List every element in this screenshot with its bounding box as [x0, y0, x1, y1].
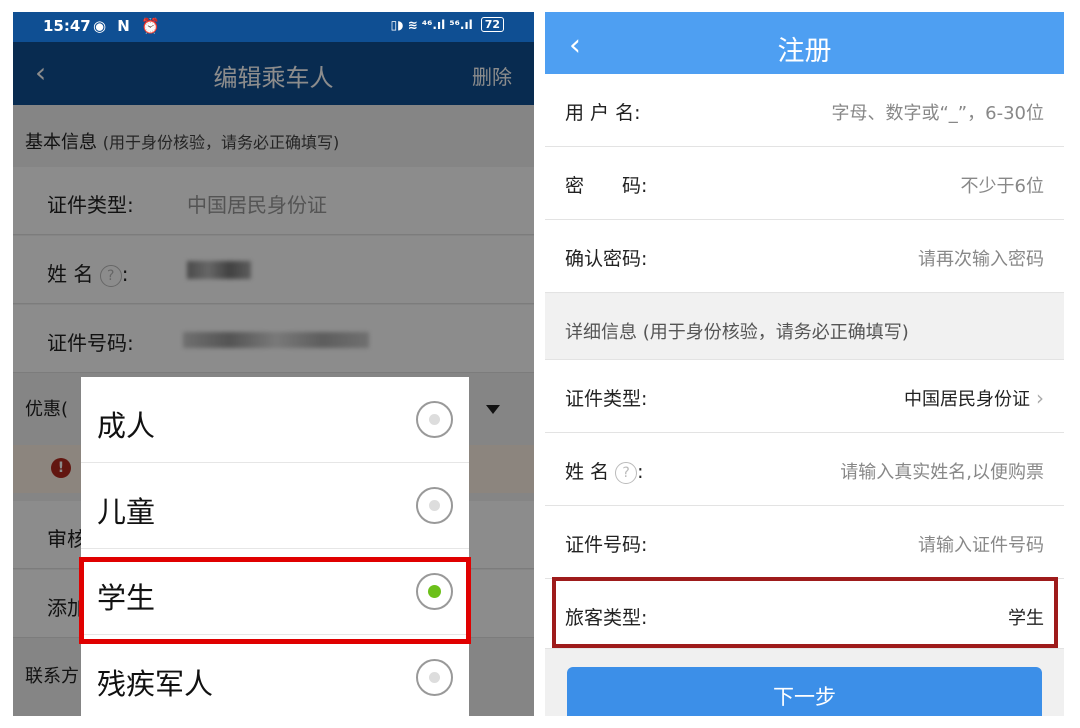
- id-type-value[interactable]: 中国居民身份证 ›: [904, 385, 1044, 411]
- status-icons-left: ◉ N ⏰: [93, 17, 163, 35]
- detail-info-title: 详细信息 (用于身份核验，请务必正确填写): [565, 322, 909, 343]
- password-input[interactable]: 不少于6位: [961, 172, 1044, 198]
- next-step-button[interactable]: 下一步: [567, 667, 1042, 716]
- option-adult[interactable]: 成人: [81, 377, 469, 463]
- confirm-password-row[interactable]: 确认密码: 请再次输入密码: [545, 220, 1064, 293]
- name-colon: :: [637, 461, 644, 483]
- id-number-row[interactable]: 证件号码: 请输入证件号码: [545, 506, 1064, 579]
- id-type-row[interactable]: 证件类型: 中国居民身份证 ›: [545, 360, 1064, 433]
- option-label: 残疾军人: [97, 667, 214, 701]
- id-type-value-text: 中国居民身份证: [904, 389, 1030, 410]
- confirm-password-input[interactable]: 请再次输入密码: [918, 245, 1044, 271]
- username-input[interactable]: 字母、数字或“_”，6-30位: [831, 99, 1044, 125]
- comparison-screenshot: 15:47 ◉ N ⏰ ▯◗ ≋ ⁴⁶.ıl ⁵⁶.ıl 72 ‹ 编辑乘车人 …: [0, 0, 1080, 728]
- detail-info-heading: 详细信息 (用于身份核验，请务必正确填写): [545, 294, 1064, 360]
- username-row[interactable]: 用 户 名: 字母、数字或“_”，6-30位: [545, 74, 1064, 147]
- password-label: 密 码:: [565, 175, 648, 197]
- chevron-right-icon: ›: [1036, 386, 1044, 410]
- status-bar: 15:47 ◉ N ⏰ ▯◗ ≋ ⁴⁶.ıl ⁵⁶.ıl 72: [13, 12, 534, 42]
- highlight-box: [552, 577, 1058, 648]
- option-disabled-soldier[interactable]: 残疾军人: [81, 635, 469, 716]
- highlight-box: [79, 557, 471, 644]
- battery-icon: 72: [480, 17, 504, 32]
- radio-icon[interactable]: [416, 487, 453, 524]
- id-number-input[interactable]: 请输入证件号码: [918, 531, 1044, 557]
- name-label-text: 姓 名: [565, 461, 610, 483]
- confirm-password-label: 确认密码:: [565, 248, 648, 270]
- username-label: 用 户 名:: [565, 102, 641, 124]
- edit-passenger-screen: 15:47 ◉ N ⏰ ▯◗ ≋ ⁴⁶.ıl ⁵⁶.ıl 72 ‹ 编辑乘车人 …: [13, 12, 534, 716]
- id-type-label: 证件类型:: [565, 388, 648, 410]
- radio-icon[interactable]: [416, 401, 453, 438]
- status-time: 15:47: [43, 17, 91, 35]
- signal-icons: ▯◗ ≋ ⁴⁶.ıl ⁵⁶.ıl: [390, 17, 473, 32]
- option-label: 成人: [97, 409, 156, 443]
- id-number-label: 证件号码:: [565, 534, 648, 556]
- option-child[interactable]: 儿童: [81, 463, 469, 549]
- option-label: 儿童: [97, 495, 156, 529]
- register-screen: ‹ 注册 用 户 名: 字母、数字或“_”，6-30位 密 码: 不少于6位 确…: [545, 12, 1064, 716]
- passenger-type-picker: 成人 儿童 学生 残疾军人: [81, 377, 469, 716]
- password-row[interactable]: 密 码: 不少于6位: [545, 147, 1064, 220]
- app-header: ‹ 注册: [545, 12, 1064, 82]
- page-title: 注册: [777, 36, 832, 67]
- name-input[interactable]: 请输入真实姓名,以便购票: [840, 458, 1044, 484]
- status-icons-right: ▯◗ ≋ ⁴⁶.ıl ⁵⁶.ıl 72: [391, 17, 504, 32]
- name-label: 姓 名 ?:: [565, 457, 644, 484]
- radio-icon[interactable]: [416, 659, 453, 696]
- name-row[interactable]: 姓 名 ?: 请输入真实姓名,以便购票: [545, 433, 1064, 506]
- help-icon[interactable]: ?: [615, 461, 638, 484]
